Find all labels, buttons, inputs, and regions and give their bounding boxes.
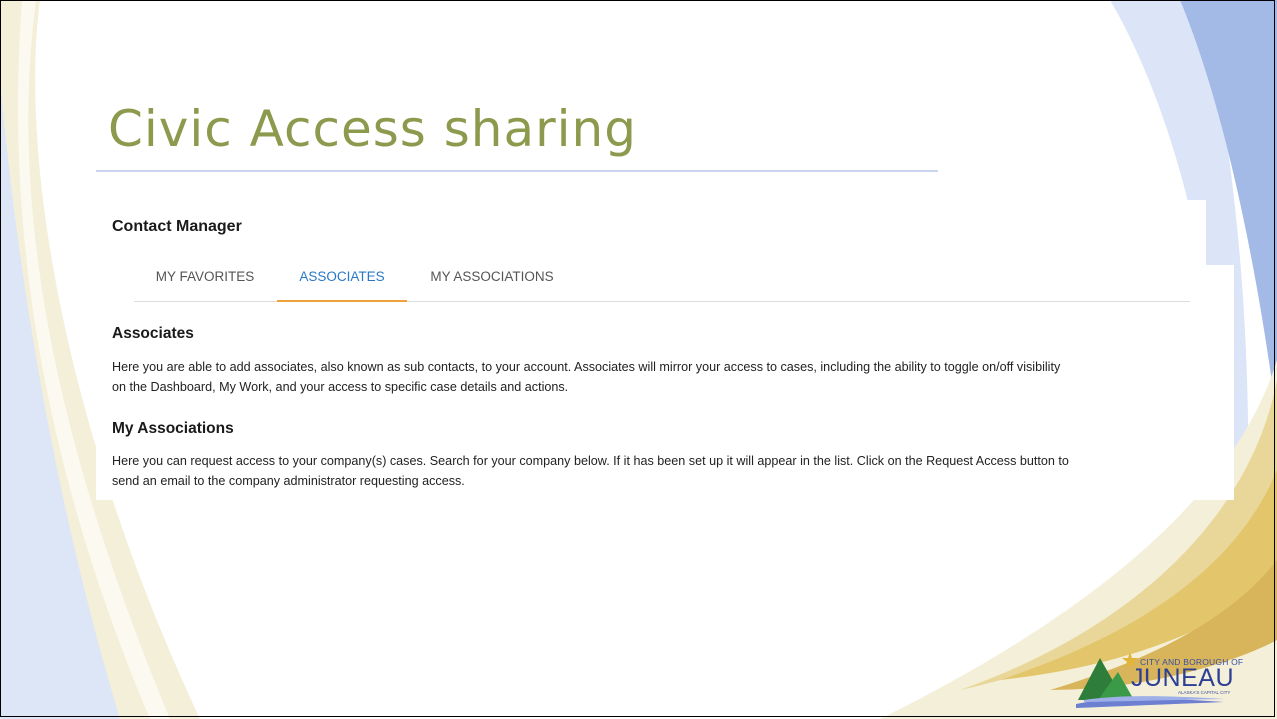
my-associations-description-line2: send an email to the company administrat…	[112, 474, 465, 488]
my-associations-description-line1: Here you can request access to your comp…	[112, 454, 1069, 468]
title-divider	[96, 170, 938, 172]
contact-manager-title: Contact Manager	[112, 218, 242, 235]
contact-manager-tabs: MY FAVORITES ASSOCIATES MY ASSOCIATIONS	[134, 262, 1190, 302]
slide-title: Civic Access sharing	[108, 100, 637, 158]
tab-my-associations[interactable]: MY ASSOCIATIONS	[424, 262, 560, 300]
logo-juneau-text: JUNEAU	[1131, 664, 1235, 692]
tab-associates[interactable]: ASSOCIATES	[277, 262, 407, 302]
associates-heading: Associates	[112, 325, 194, 342]
associates-description-line1: Here you are able to add associates, als…	[112, 360, 1061, 374]
tab-my-favorites[interactable]: MY FAVORITES	[134, 262, 276, 300]
my-associations-heading: My Associations	[112, 420, 234, 437]
slide: Civic Access sharing Contact Manager MY …	[0, 0, 1277, 719]
associates-description-line2: on the Dashboard, My Work, and your acce…	[112, 380, 569, 394]
logo-tagline-text: ALASKA'S CAPITAL CITY	[1178, 690, 1231, 695]
